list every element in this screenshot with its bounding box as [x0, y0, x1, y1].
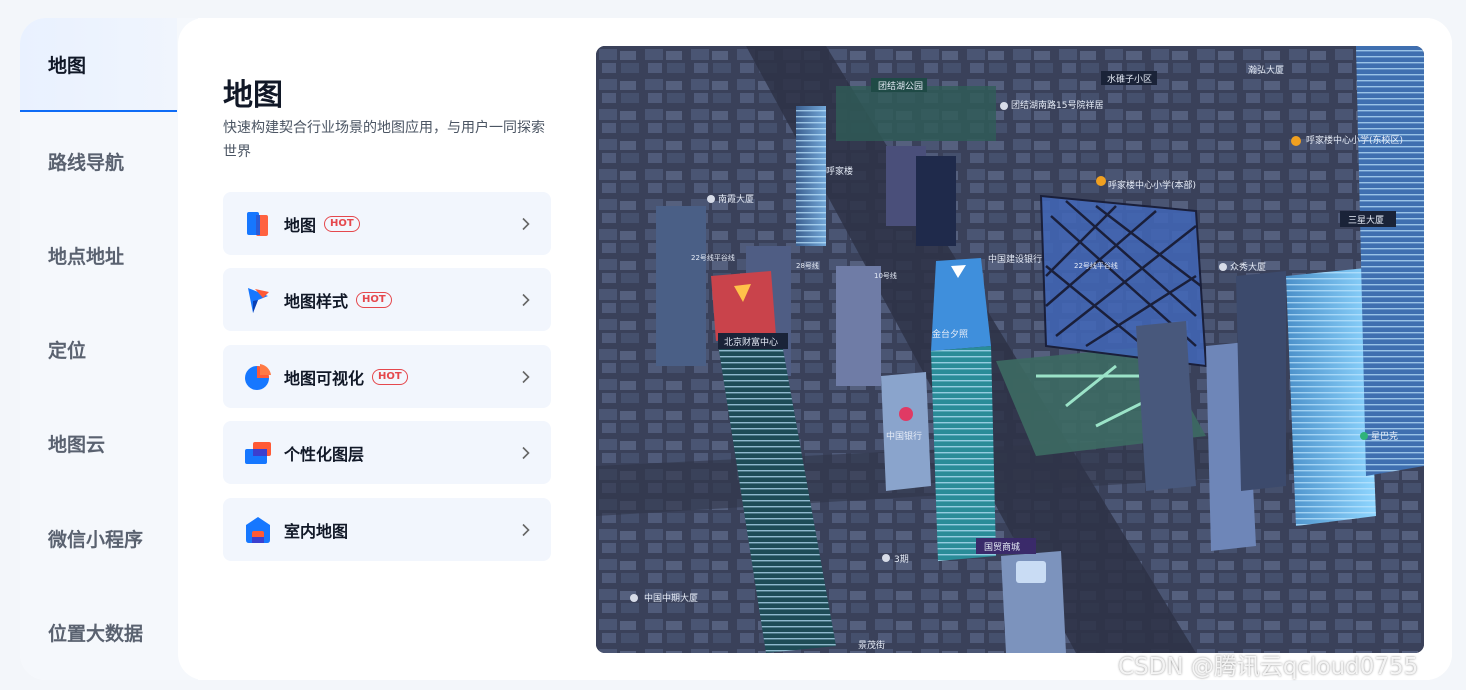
product-label: 室内地图 [284, 521, 349, 541]
product-item-map-visualization[interactable]: 地图可视化 HOT [223, 345, 551, 408]
map-label: 南霞大厦 [718, 193, 754, 205]
sidebar-item-label: 地点地址 [48, 245, 125, 268]
custom-layer-icon [243, 438, 273, 468]
map-label: 北京财富中心 [724, 336, 778, 348]
sidebar-item-label: 地图 [48, 54, 87, 77]
map-label: 金台夕照 [932, 328, 968, 340]
map-label: 22号线平谷线 [1074, 261, 1118, 270]
hot-badge: HOT [372, 368, 408, 385]
sidebar-item-label: 地图云 [48, 433, 106, 456]
map-label: 中国银行 [886, 430, 922, 442]
map-label: 星巴克 [1371, 431, 1398, 442]
product-label: 地图样式 [284, 291, 349, 311]
map-label: 团结湖南路15号院祥居 [1011, 99, 1103, 111]
map-visualization-icon [243, 362, 273, 392]
map-style-icon [243, 285, 273, 315]
watermark-text: CSDN @腾讯云qcloud0755 [1118, 654, 1419, 680]
map-label: 中国中期大厦 [644, 592, 698, 604]
map-label: 瀚弘大厦 [1248, 64, 1284, 76]
chevron-right-icon [522, 293, 530, 306]
map-label: 景茂街 [858, 639, 885, 651]
map-label: 中国建设银行 [988, 253, 1042, 265]
sidebar-item-map[interactable]: 地图 [20, 18, 177, 112]
map-label: 团结湖公园 [878, 80, 923, 92]
main-content: 地图 快速构建契合行业场景的地图应用，与用户一同探索世界 地图 HOT 地图样式… [178, 18, 1452, 680]
map-preview[interactable]: 团结湖公园 水碓子小区 团结湖南路15号院祥居 呼家楼中心小学(东校区) 呼家楼… [596, 46, 1424, 653]
map-label: 3期 [894, 554, 909, 565]
products-panel: 地图 路线导航 地点地址 定位 地图云 微信小程序 位置大数据 地图 快速构建契… [20, 18, 1452, 680]
hot-badge: HOT [356, 291, 392, 308]
map-label: 呼家楼中心小学(本部) [1108, 179, 1196, 191]
page-title: 地图 [223, 78, 283, 113]
sidebar-item-label: 定位 [48, 339, 87, 362]
sidebar-item-wechat-miniprogram[interactable]: 微信小程序 [20, 491, 177, 585]
chevron-right-icon [522, 217, 530, 230]
hot-badge: HOT [324, 215, 360, 232]
product-item-map-style[interactable]: 地图样式 HOT [223, 268, 551, 331]
sidebar-item-location[interactable]: 定位 [20, 302, 177, 396]
map-label: 水碓子小区 [1107, 73, 1152, 85]
map-label: 22号线平谷线 [691, 253, 735, 262]
sidebar-item-place-address[interactable]: 地点地址 [20, 208, 177, 302]
product-item-map[interactable]: 地图 HOT [223, 192, 551, 255]
product-label: 地图 [284, 215, 317, 235]
map-label: 10号线 [874, 271, 897, 280]
product-label: 地图可视化 [284, 368, 365, 388]
sidebar-item-route-navigation[interactable]: 路线导航 [20, 114, 177, 208]
sidebar-item-map-cloud[interactable]: 地图云 [20, 396, 177, 490]
page-description: 快速构建契合行业场景的地图应用，与用户一同探索世界 [223, 120, 545, 160]
sidebar-item-label: 位置大数据 [48, 622, 144, 645]
indoor-map-icon [243, 515, 273, 545]
product-item-custom-layer[interactable]: 个性化图层 [223, 421, 551, 484]
chevron-right-icon [522, 370, 530, 383]
category-sidebar: 地图 路线导航 地点地址 定位 地图云 微信小程序 位置大数据 [20, 18, 198, 680]
map-label: 呼家楼 [826, 165, 853, 177]
map-book-icon [243, 209, 273, 239]
product-label: 个性化图层 [284, 444, 365, 464]
map-label: 呼家楼中心小学(东校区) [1306, 134, 1403, 146]
chevron-right-icon [522, 523, 530, 536]
map-label: 28号线 [796, 261, 819, 270]
sidebar-item-location-bigdata[interactable]: 位置大数据 [20, 585, 177, 679]
product-item-indoor-map[interactable]: 室内地图 [223, 498, 551, 561]
map-label: 众秀大厦 [1230, 261, 1266, 273]
map-label: 三星大厦 [1348, 214, 1384, 226]
sidebar-item-label: 微信小程序 [48, 528, 144, 551]
map-label: 国贸商城 [984, 541, 1020, 553]
chevron-right-icon [522, 446, 530, 459]
sidebar-item-label: 路线导航 [48, 151, 125, 174]
city-3d-map-image: 团结湖公园 水碓子小区 团结湖南路15号院祥居 呼家楼中心小学(东校区) 呼家楼… [596, 46, 1424, 653]
